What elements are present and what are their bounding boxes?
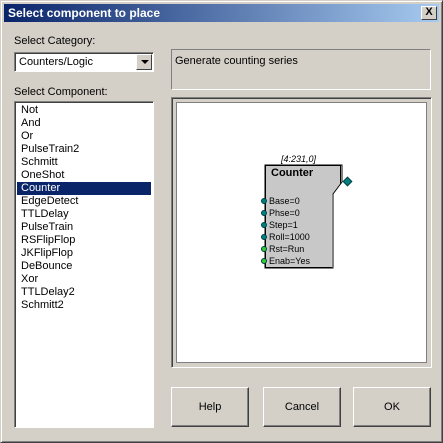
pin-label: Phse=0 xyxy=(269,208,300,218)
pin-label: Step=1 xyxy=(269,220,298,230)
list-item[interactable]: And xyxy=(17,117,151,130)
input-pin xyxy=(261,258,267,264)
component-title: Counter xyxy=(271,167,314,179)
pin-label: Base=0 xyxy=(269,196,300,206)
list-item[interactable]: Xor xyxy=(17,273,151,286)
category-label: Select Category: xyxy=(14,35,96,47)
list-item[interactable]: Not xyxy=(17,104,151,117)
list-item[interactable]: DeBounce xyxy=(17,260,151,273)
window-title: Select component to place xyxy=(8,6,161,20)
description-text: Generate counting series xyxy=(175,55,298,67)
list-item[interactable]: RSFlipFlop xyxy=(17,234,151,247)
dialog-window: Select component to place X Select Categ… xyxy=(0,0,443,443)
component-address: [4:231,0] xyxy=(281,154,317,164)
pin-label: Enab=Yes xyxy=(269,256,310,266)
category-value: Counters/Logic xyxy=(19,56,93,68)
list-item[interactable]: PulseTrain xyxy=(17,221,151,234)
output-pin xyxy=(342,176,353,187)
cancel-button[interactable]: Cancel xyxy=(263,387,341,427)
list-item[interactable]: EdgeDetect xyxy=(17,195,151,208)
input-pin xyxy=(261,246,267,252)
list-item[interactable]: TTLDelay xyxy=(17,208,151,221)
close-icon: X xyxy=(425,6,433,18)
input-pin xyxy=(261,210,267,216)
input-pin xyxy=(261,198,267,204)
pin-label: Rst=Run xyxy=(269,244,305,254)
list-item[interactable]: Counter xyxy=(17,182,151,195)
close-button[interactable]: X xyxy=(421,6,437,20)
preview-frame: [4:231,0] Counter Base=0 Phse=0 Step=1 Roll… xyxy=(171,97,432,368)
preview-canvas: [4:231,0] Counter Base=0 Phse=0 Step=1 Roll… xyxy=(176,102,427,363)
list-item[interactable]: OneShot xyxy=(17,169,151,182)
title-bar[interactable]: Select component to place X xyxy=(4,4,439,22)
list-item[interactable]: JKFlipFlop xyxy=(17,247,151,260)
ok-button[interactable]: OK xyxy=(353,387,431,427)
component-list[interactable]: Not And Or PulseTrain2 Schmitt OneShot Counter… xyxy=(14,101,154,428)
help-button[interactable]: Help xyxy=(171,387,249,427)
category-select[interactable]: Counters/Logic xyxy=(14,52,154,72)
description-box: Generate counting series xyxy=(171,49,431,90)
pin-label: Roll=1000 xyxy=(269,232,310,242)
component-label: Select Component: xyxy=(14,86,108,98)
input-pin xyxy=(261,234,267,240)
list-item[interactable]: Schmitt2 xyxy=(17,299,151,312)
list-item[interactable]: TTLDelay2 xyxy=(17,286,151,299)
list-item[interactable]: Or xyxy=(17,130,151,143)
input-pin xyxy=(261,222,267,228)
list-item[interactable]: PulseTrain2 xyxy=(17,143,151,156)
list-item[interactable]: Schmitt xyxy=(17,156,151,169)
chevron-down-icon[interactable] xyxy=(136,54,152,70)
